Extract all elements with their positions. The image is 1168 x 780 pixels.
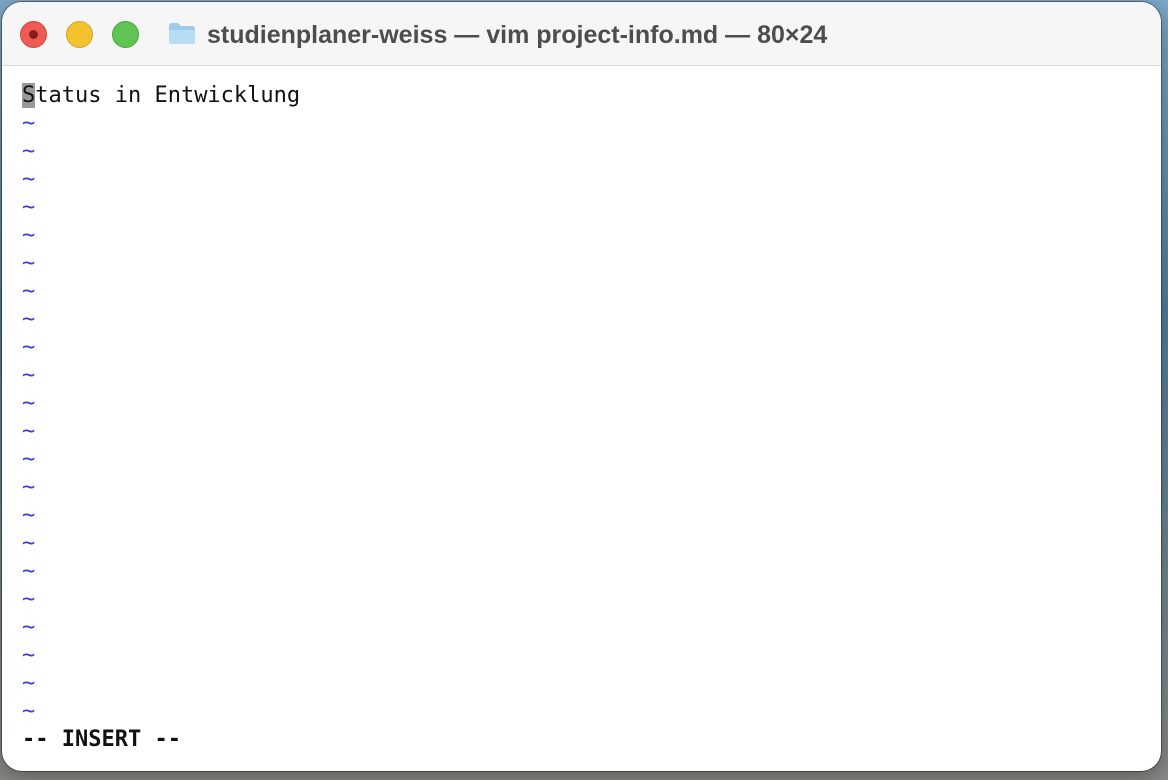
zoom-button[interactable] [112, 21, 139, 48]
buffer-line: Status in Entwicklung [22, 82, 1151, 110]
empty-line-marker: ~ [22, 503, 36, 528]
empty-line-marker: ~ [22, 419, 36, 444]
empty-line-marker: ~ [22, 363, 36, 388]
empty-line-marker: ~ [22, 475, 36, 500]
empty-line-marker: ~ [22, 615, 36, 640]
empty-line-marker: ~ [22, 587, 36, 612]
empty-line-marker: ~ [22, 671, 36, 696]
line-text: tatus in Entwicklung [35, 83, 301, 108]
folder-icon [169, 23, 195, 44]
text-cursor: S [22, 83, 36, 108]
empty-line-marker: ~ [22, 335, 36, 360]
empty-line-marker: ~ [22, 111, 36, 136]
vim-buffer[interactable]: Status in Entwicklung ~ ~ ~ ~ ~ ~ ~ ~ ~ … [22, 82, 1151, 771]
empty-line-marker: ~ [22, 167, 36, 192]
empty-line-marker: ~ [22, 223, 36, 248]
empty-line-marker: ~ [22, 307, 36, 332]
minimize-button[interactable] [66, 21, 93, 48]
title-bar[interactable]: studienplaner-weiss — vim project-info.m… [2, 2, 1161, 66]
empty-line-marker: ~ [22, 139, 36, 164]
close-button[interactable] [20, 21, 47, 48]
window-title: studienplaner-weiss — vim project-info.m… [207, 21, 828, 49]
empty-line-marker: ~ [22, 699, 36, 724]
empty-line-marker: ~ [22, 391, 36, 416]
terminal-window: studienplaner-weiss — vim project-info.m… [2, 2, 1161, 771]
empty-line-marker: ~ [22, 279, 36, 304]
close-icon [29, 30, 38, 39]
empty-line-marker: ~ [22, 195, 36, 220]
empty-line-marker: ~ [22, 643, 36, 668]
empty-line-marker: ~ [22, 531, 36, 556]
empty-line-marker: ~ [22, 559, 36, 584]
mode-indicator: -- INSERT -- [22, 727, 181, 752]
empty-line-marker: ~ [22, 251, 36, 276]
empty-line-marker: ~ [22, 447, 36, 472]
